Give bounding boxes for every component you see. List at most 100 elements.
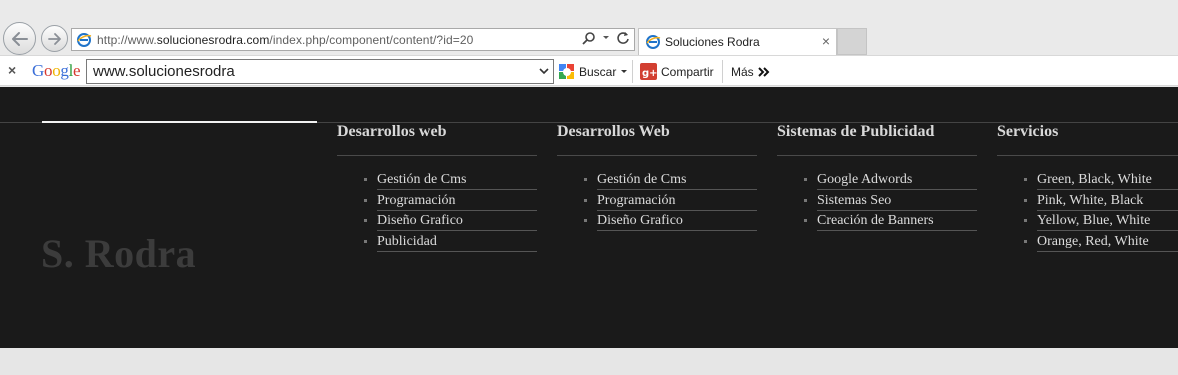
menu-item-link[interactable]: Google Adwords xyxy=(817,170,977,190)
menu-item-link[interactable]: Gestión de Cms xyxy=(377,170,537,190)
menu-list: Green, Black, White Pink, White, Black Yel… xyxy=(997,170,1178,252)
logo-underline xyxy=(42,121,317,123)
bullet-icon xyxy=(804,178,807,181)
menu-column: Sistemas de Publicidad Google Adwords Sist… xyxy=(777,123,977,232)
site-logo[interactable]: S. Rodra xyxy=(41,230,196,277)
forward-arrow-icon xyxy=(47,32,61,45)
chevron-down-icon xyxy=(621,69,628,73)
menu-item[interactable]: Pink, White, Black xyxy=(997,191,1178,212)
bullet-icon xyxy=(584,219,587,222)
mas-label: Más xyxy=(731,64,754,79)
menu-item[interactable]: Programación xyxy=(337,191,537,212)
menu-item[interactable]: Yellow, Blue, White xyxy=(997,211,1178,232)
website-content: S. Rodra Desarrollos web Gestión de Cms Pr… xyxy=(0,87,1178,348)
google-logo-letter: e xyxy=(73,61,81,80)
browser-chrome: http://www.solucionesrodra.com/index.php… xyxy=(0,0,1178,55)
buscar-button[interactable]: Buscar xyxy=(558,59,628,84)
menu-item-link[interactable]: Sistemas Seo xyxy=(817,191,977,211)
menu-column: Servicios Green, Black, White Pink, White,… xyxy=(997,123,1178,252)
menu-column: Desarrollos Web Gestión de Cms Programació… xyxy=(557,123,757,232)
chevron-down-icon[interactable] xyxy=(539,66,549,76)
menu-item[interactable]: Sistemas Seo xyxy=(777,191,977,212)
back-button[interactable] xyxy=(3,22,36,55)
compartir-label: Compartir xyxy=(661,64,714,79)
menu-item-link[interactable]: Diseño Grafico xyxy=(377,211,537,231)
menu-item-link[interactable]: Programación xyxy=(597,191,757,211)
menu-heading: Sistemas de Publicidad xyxy=(777,123,977,156)
menu-item-link[interactable]: Creación de Banners xyxy=(817,211,977,231)
tab-close-icon[interactable]: × xyxy=(822,33,830,49)
tab-soluciones-rodra[interactable]: Soluciones Rodra × xyxy=(638,28,837,55)
url-path: /index.php/component/content/?id=20 xyxy=(269,32,474,47)
bullet-icon xyxy=(584,198,587,202)
mas-button[interactable]: Más xyxy=(731,59,770,84)
menu-item-link[interactable]: Orange, Red, White xyxy=(1037,232,1178,252)
menu-item[interactable]: Diseño Grafico xyxy=(557,211,757,232)
google-buscar-icon xyxy=(559,63,574,79)
bullet-icon xyxy=(804,198,807,202)
new-tab-button[interactable] xyxy=(837,28,867,55)
url-text[interactable]: http://www.solucionesrodra.com/index.php… xyxy=(97,33,473,47)
menu-heading: Desarrollos Web xyxy=(557,123,757,156)
bullet-icon xyxy=(1024,178,1027,181)
menu-item[interactable]: Programación xyxy=(557,191,757,212)
buscar-label: Buscar xyxy=(579,64,617,79)
menu-heading: Desarrollos web xyxy=(337,123,537,156)
menu-item-link[interactable]: Publicidad xyxy=(377,232,537,252)
menu-heading: Servicios xyxy=(997,123,1178,156)
back-arrow-icon xyxy=(11,31,28,46)
search-value: www.solucionesrodra xyxy=(93,63,235,80)
bullet-icon xyxy=(364,198,367,202)
menu-item[interactable]: Gestión de Cms xyxy=(557,170,757,191)
bullet-icon xyxy=(804,219,807,222)
address-tools xyxy=(582,31,630,45)
ie-page-icon xyxy=(77,32,92,47)
bullet-icon xyxy=(364,178,367,181)
bullet-icon xyxy=(1024,198,1027,202)
menu-column: Desarrollos web Gestión de Cms Programació… xyxy=(337,123,537,252)
menu-item[interactable]: Creación de Banners xyxy=(777,211,977,232)
compartir-button[interactable]: g+ Compartir xyxy=(640,59,714,84)
menu-item[interactable]: Orange, Red, White xyxy=(997,232,1178,253)
url-host: solucionesrodra.com xyxy=(156,32,270,47)
google-toolbar: × Google www.solucionesrodra Buscar g+ C… xyxy=(0,55,1178,86)
google-logo-letter: o xyxy=(43,61,53,80)
bullet-icon xyxy=(1024,239,1027,243)
toolbar-close-icon[interactable]: × xyxy=(8,62,16,78)
menu-list: Gestión de Cms Programación Diseño Grafico xyxy=(557,170,757,232)
ie-page-icon xyxy=(646,35,661,49)
google-logo: Google xyxy=(32,61,81,81)
url-prefix: http://www. xyxy=(97,32,157,47)
menu-list: Gestión de Cms Programación Diseño Grafico… xyxy=(337,170,537,252)
search-dropdown-icon[interactable] xyxy=(602,35,610,41)
bullet-icon xyxy=(364,219,367,222)
menu-item[interactable]: Green, Black, White xyxy=(997,170,1178,191)
menu-item[interactable]: Publicidad xyxy=(337,232,537,253)
svg-text:g+: g+ xyxy=(642,68,657,79)
menu-item[interactable]: Google Adwords xyxy=(777,170,977,191)
address-bar[interactable]: http://www.solucionesrodra.com/index.php… xyxy=(71,28,635,51)
menu-item[interactable]: Gestión de Cms xyxy=(337,170,537,191)
google-search-input[interactable]: www.solucionesrodra xyxy=(86,59,554,84)
google-logo-letter: g xyxy=(60,61,69,80)
forward-button[interactable] xyxy=(41,25,68,52)
bullet-icon xyxy=(584,178,587,181)
menu-item-link[interactable]: Pink, White, Black xyxy=(1037,191,1178,211)
double-chevron-icon xyxy=(757,66,770,77)
google-logo-letter: G xyxy=(32,61,44,80)
menu-item-link[interactable]: Green, Black, White xyxy=(1037,170,1178,190)
menu-list: Google Adwords Sistemas Seo Creación de Ba… xyxy=(777,170,977,232)
toolbar-divider xyxy=(722,60,723,83)
menu-item-link[interactable]: Diseño Grafico xyxy=(597,211,757,231)
menu-item-link[interactable]: Programación xyxy=(377,191,537,211)
bullet-icon xyxy=(1024,219,1027,222)
menu-item[interactable]: Diseño Grafico xyxy=(337,211,537,232)
search-icon[interactable] xyxy=(582,31,596,45)
bullet-icon xyxy=(364,239,367,243)
menu-item-link[interactable]: Yellow, Blue, White xyxy=(1037,211,1178,231)
refresh-icon[interactable] xyxy=(616,31,630,45)
google-plus-share-icon: g+ xyxy=(640,63,657,80)
menu-item-link[interactable]: Gestión de Cms xyxy=(597,170,757,190)
tab-title: Soluciones Rodra xyxy=(665,35,760,49)
toolbar-divider xyxy=(632,60,633,83)
